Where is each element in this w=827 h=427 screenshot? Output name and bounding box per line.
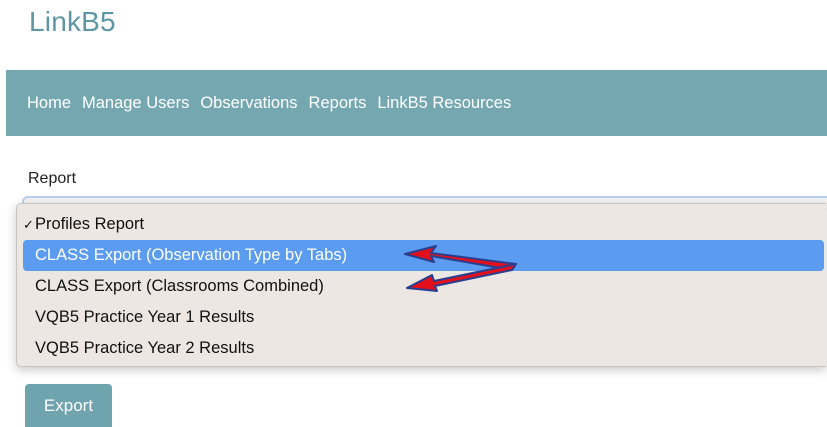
nav-list: Home Manage Users Observations Reports L… bbox=[27, 93, 511, 113]
report-field-label: Report bbox=[28, 170, 77, 187]
checkmark-icon: ✓ bbox=[23, 217, 34, 232]
nav-observations[interactable]: Observations bbox=[200, 93, 297, 113]
main-navbar: Home Manage Users Observations Reports L… bbox=[6, 70, 827, 136]
dropdown-option-profiles-report[interactable]: ✓Profiles Report bbox=[23, 209, 824, 240]
nav-manage-users[interactable]: Manage Users bbox=[82, 93, 189, 113]
dropdown-option-vqb5-year-2[interactable]: VQB5 Practice Year 2 Results bbox=[23, 333, 824, 364]
dropdown-option-vqb5-year-1[interactable]: VQB5 Practice Year 1 Results bbox=[23, 302, 824, 333]
app-title: LinkB5 bbox=[29, 6, 116, 37]
nav-linkb5-resources[interactable]: LinkB5 Resources bbox=[377, 93, 511, 113]
option-label: CLASS Export (Classrooms Combined) bbox=[35, 277, 324, 295]
option-label: CLASS Export (Observation Type by Tabs) bbox=[35, 246, 348, 264]
export-button[interactable]: Export bbox=[25, 384, 112, 427]
option-label: VQB5 Practice Year 1 Results bbox=[35, 308, 255, 326]
option-label: Profiles Report bbox=[35, 215, 145, 233]
dropdown-option-class-export-tabs[interactable]: CLASS Export (Observation Type by Tabs) bbox=[23, 240, 824, 271]
dropdown-option-class-export-combined[interactable]: CLASS Export (Classrooms Combined) bbox=[23, 271, 824, 302]
option-label: VQB5 Practice Year 2 Results bbox=[35, 339, 255, 357]
nav-home[interactable]: Home bbox=[27, 93, 71, 113]
report-dropdown-menu: ✓Profiles Report CLASS Export (Observati… bbox=[16, 203, 826, 367]
nav-reports[interactable]: Reports bbox=[309, 93, 367, 113]
